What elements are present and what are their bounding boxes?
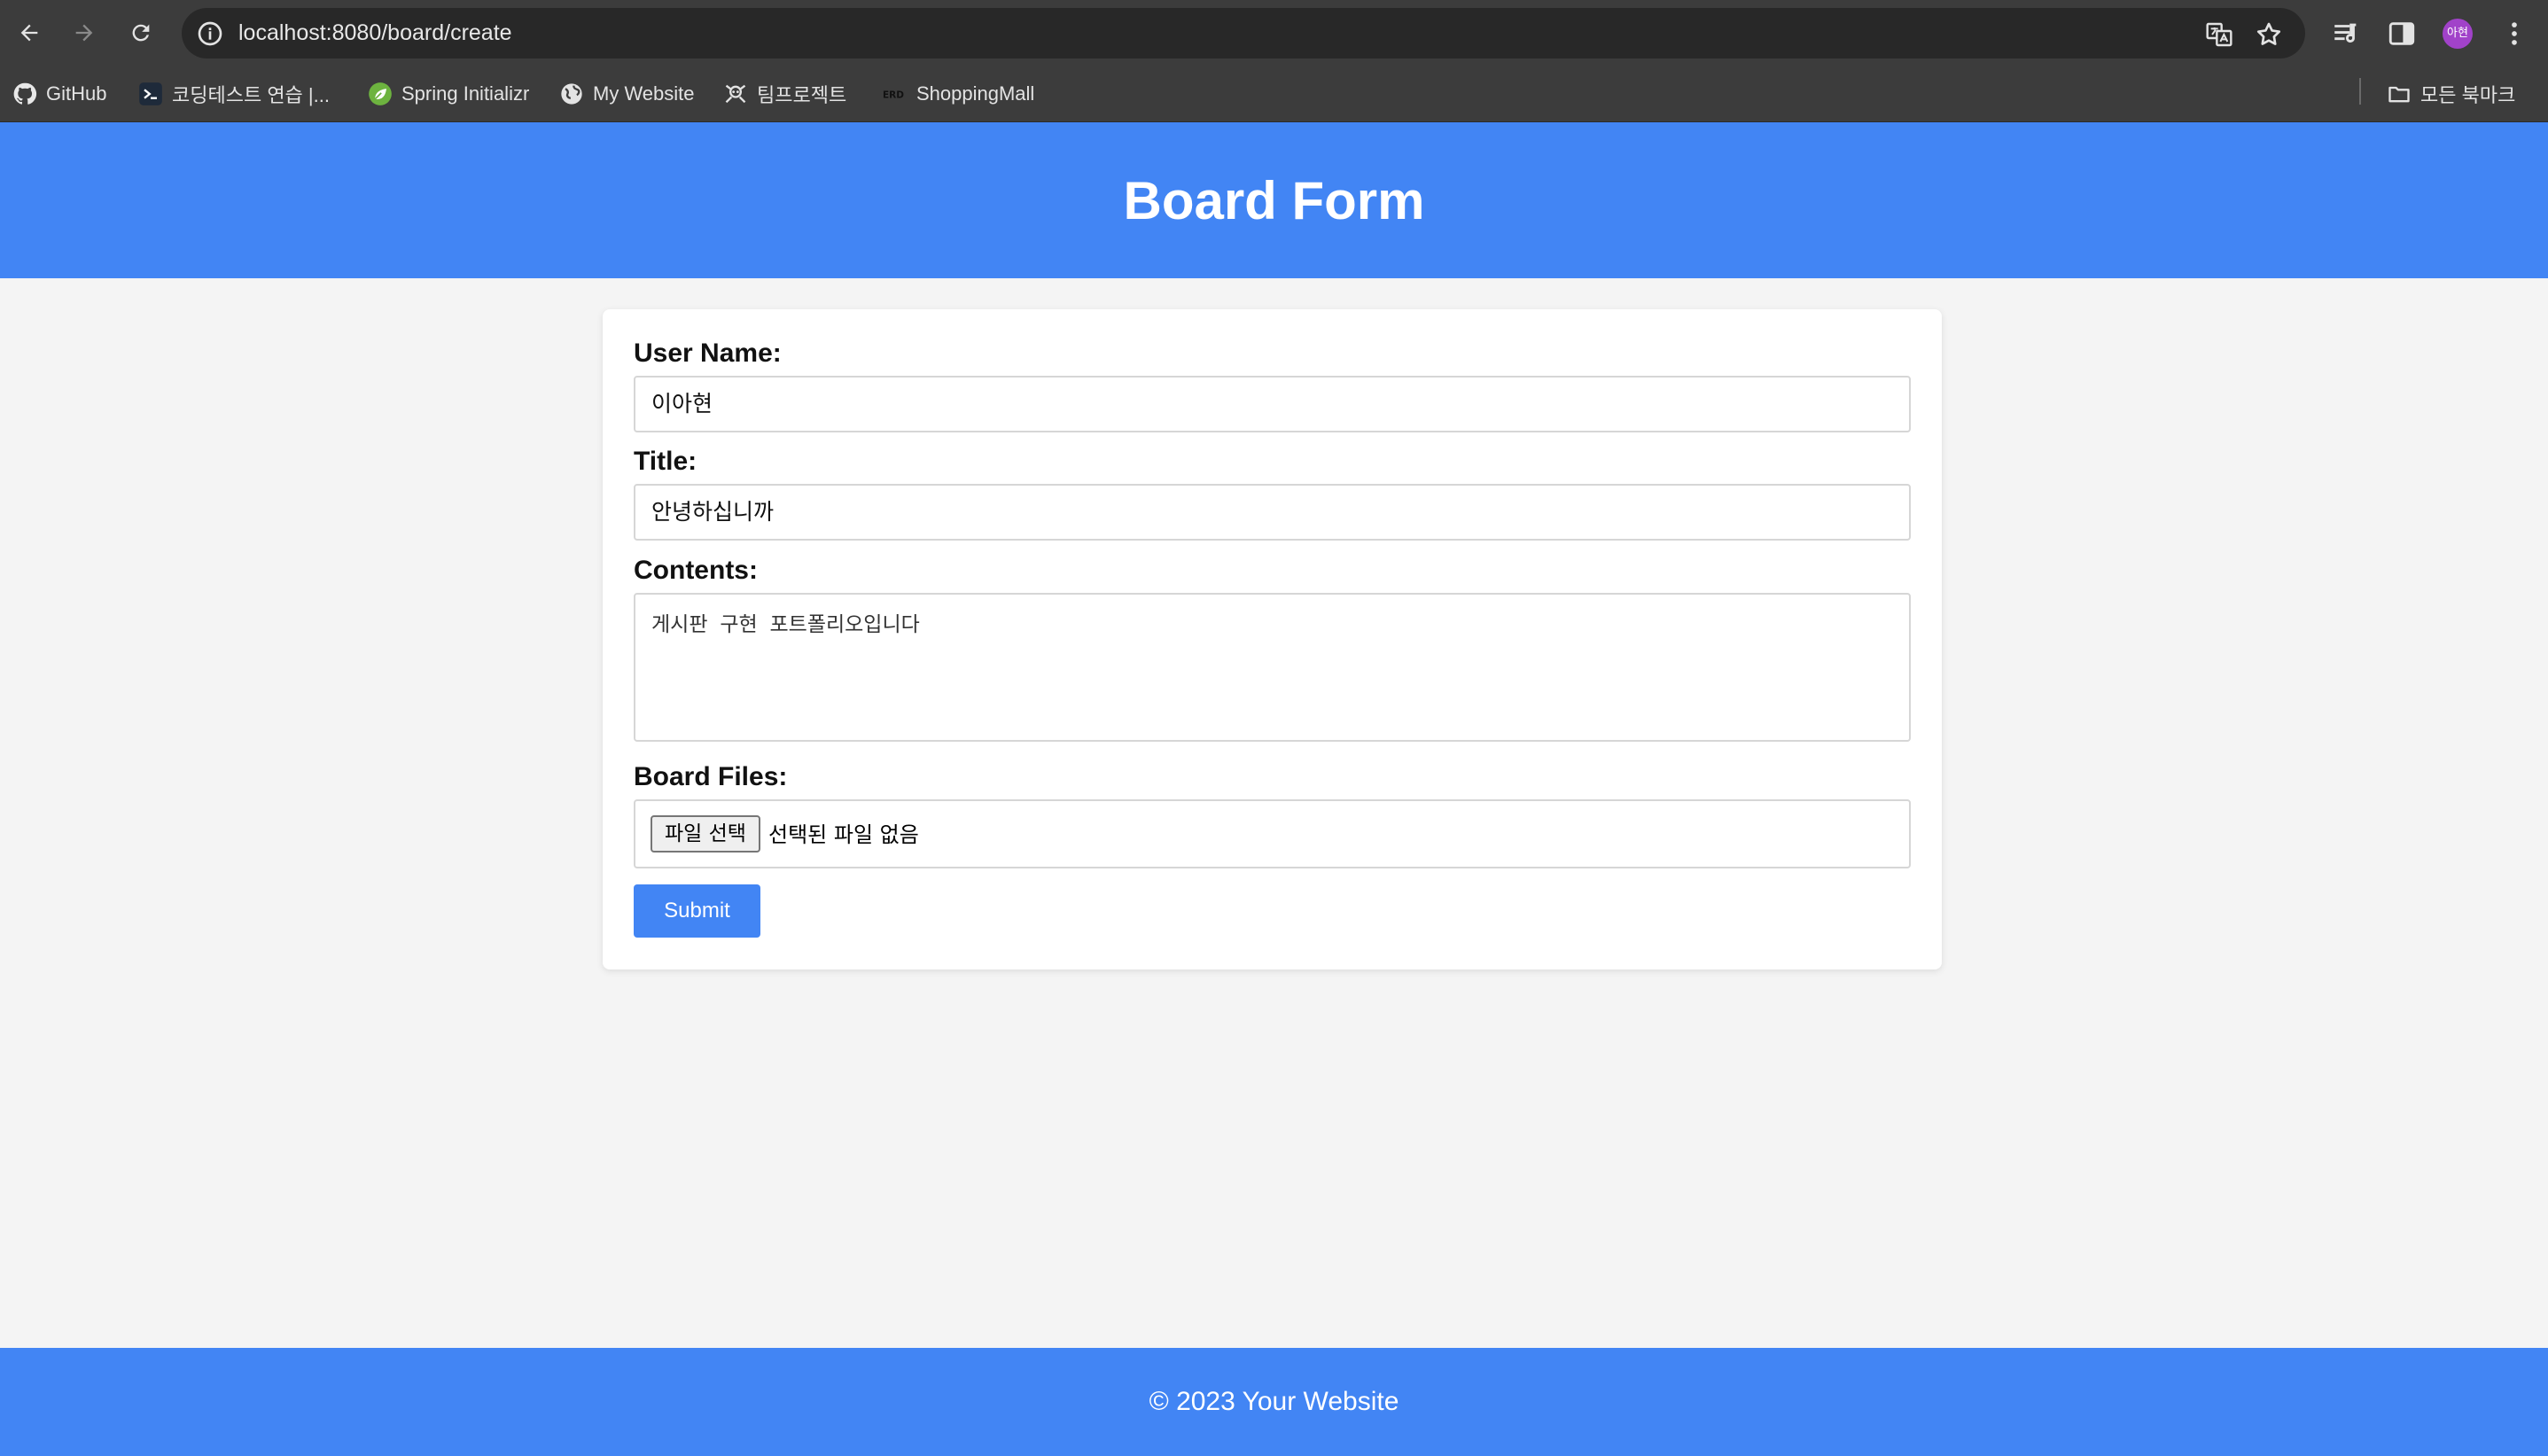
- bookmark-label: Spring Initializr: [401, 82, 530, 105]
- choose-file-button[interactable]: 파일 선택: [651, 815, 760, 853]
- bookmark-label: My Website: [593, 82, 695, 105]
- reload-button[interactable]: [121, 13, 160, 52]
- page-title: Board Form: [1123, 170, 1425, 230]
- bookmarks-divider: [2359, 78, 2361, 105]
- submit-button[interactable]: Submit: [634, 884, 760, 938]
- bookmark-team-project[interactable]: 팀프로젝트: [723, 79, 846, 109]
- board-form: User Name: 이아현 Title: 안녕하십니까 Contents: 게…: [603, 309, 1942, 969]
- back-button[interactable]: [10, 13, 49, 52]
- file-status-text: 선택된 파일 없음: [768, 822, 919, 847]
- programmers-icon: [138, 82, 163, 106]
- translate-icon[interactable]: [2205, 20, 2233, 49]
- forward-button[interactable]: [65, 13, 104, 52]
- spring-leaf-icon: [368, 82, 393, 106]
- title-label: Title:: [634, 447, 697, 476]
- reload-icon: [132, 24, 150, 42]
- globe-icon: [559, 82, 584, 106]
- url-text: localhost:8080/board/create: [238, 20, 512, 45]
- bookmark-label: 코딩테스트 연습 |...: [172, 84, 330, 106]
- profile-avatar[interactable]: 아현: [2443, 19, 2473, 49]
- bookmark-label: GitHub: [46, 82, 107, 105]
- bookmark-my-website[interactable]: My Website: [559, 79, 695, 109]
- more-menu-icon[interactable]: [2499, 19, 2529, 49]
- project-icon: [723, 82, 748, 106]
- bookmark-star-icon[interactable]: [2255, 20, 2283, 49]
- files-label: Board Files:: [634, 762, 788, 791]
- title-input[interactable]: 안녕하십니까: [634, 484, 1911, 541]
- folder-icon: [2387, 82, 2412, 106]
- bookmark-label: ShoppingMall: [916, 82, 1035, 105]
- github-icon: [12, 82, 37, 106]
- page-footer: © 2023 Your Website: [0, 1348, 2548, 1456]
- arrow-left-icon: [20, 24, 38, 42]
- bookmark-coding-test[interactable]: 코딩테스트 연습 |...: [138, 79, 330, 109]
- all-bookmarks-label: 모든 북마크: [2420, 84, 2516, 106]
- browser-toolbar: localhost:8080/board/create 아현: [0, 0, 2548, 66]
- media-control-icon[interactable]: [2331, 19, 2361, 49]
- page-header: Board Form: [0, 122, 2548, 278]
- bookmark-label: 팀프로젝트: [757, 84, 847, 106]
- address-bar[interactable]: localhost:8080/board/create: [182, 8, 2305, 58]
- username-input[interactable]: 이아현: [634, 376, 1911, 432]
- side-panel-icon[interactable]: [2387, 19, 2417, 49]
- bookmark-github[interactable]: GitHub: [12, 79, 106, 109]
- contents-label: Contents:: [634, 556, 758, 585]
- bookmarks-bar: GitHub 코딩테스트 연습 |... Spring Initializr M…: [0, 66, 2548, 122]
- files-input: 파일 선택 선택된 파일 없음: [634, 799, 1911, 868]
- bookmark-shopping-mall[interactable]: ERD ShoppingMall: [883, 79, 1034, 109]
- all-bookmarks-button[interactable]: 모든 북마크: [2387, 79, 2515, 109]
- contents-textarea[interactable]: 게시판 구현 포트폴리오입니다: [634, 593, 1911, 742]
- erd-icon-text: ERD: [883, 90, 904, 101]
- footer-text: © 2023 Your Website: [1149, 1387, 1399, 1416]
- arrow-right-icon: [75, 24, 93, 42]
- bookmark-spring-initializr[interactable]: Spring Initializr: [368, 79, 529, 109]
- username-label: User Name:: [634, 339, 782, 368]
- erd-icon: ERD: [883, 82, 908, 106]
- site-info-icon[interactable]: [196, 19, 224, 48]
